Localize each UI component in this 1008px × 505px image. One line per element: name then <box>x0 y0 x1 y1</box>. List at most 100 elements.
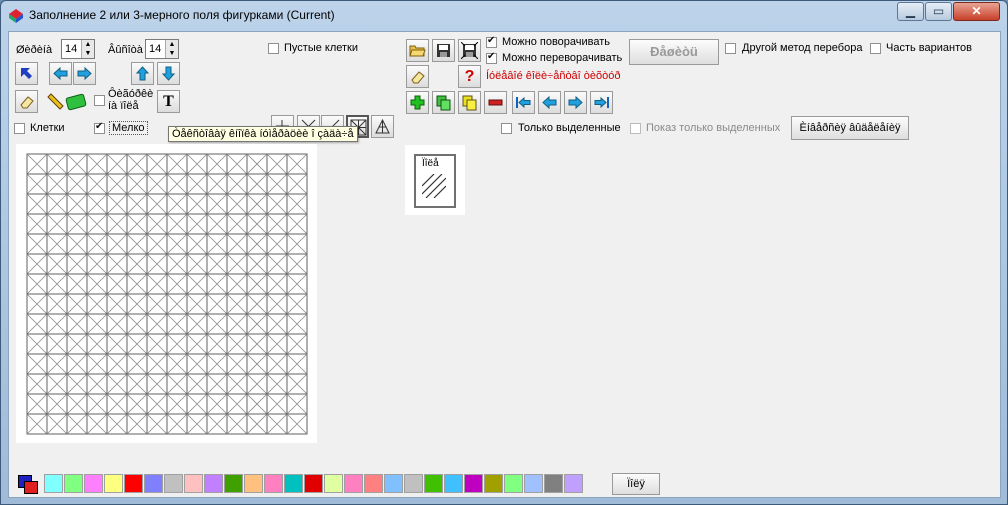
grid-cell[interactable] <box>286 193 308 215</box>
grid-cell[interactable] <box>206 353 228 375</box>
grid-cell[interactable] <box>286 273 308 295</box>
grid-cell[interactable] <box>246 273 268 295</box>
grid-cell[interactable] <box>146 173 168 195</box>
grid-cell[interactable] <box>266 393 288 415</box>
grid-cell[interactable] <box>106 173 128 195</box>
grid-cell[interactable] <box>186 413 208 435</box>
grid-cell[interactable] <box>66 153 88 175</box>
grid-cell[interactable] <box>246 313 268 335</box>
only-selected-checkbox[interactable] <box>501 123 512 134</box>
grid-cell[interactable] <box>266 353 288 375</box>
grid-cell[interactable] <box>146 193 168 215</box>
grid-cell[interactable] <box>26 293 48 315</box>
grid-cell[interactable] <box>186 253 208 275</box>
grid-cell[interactable] <box>206 253 228 275</box>
grid-cell[interactable] <box>46 373 68 395</box>
grid-cell[interactable] <box>146 213 168 235</box>
height-spinner[interactable]: 14 ▲ ▼ <box>145 39 179 59</box>
color-swatch[interactable] <box>64 474 83 493</box>
grid-cell[interactable] <box>106 373 128 395</box>
add-button[interactable] <box>406 91 429 114</box>
grid-cell[interactable] <box>246 293 268 315</box>
grid-cell[interactable] <box>66 393 88 415</box>
grid-cell[interactable] <box>166 253 188 275</box>
grid-cell[interactable] <box>126 153 148 175</box>
color-swatch[interactable] <box>84 474 103 493</box>
grid-cell[interactable] <box>286 173 308 195</box>
grid-cell[interactable] <box>266 413 288 435</box>
grid-cell[interactable] <box>266 193 288 215</box>
grid-cell[interactable] <box>226 233 248 255</box>
color-swatch[interactable] <box>404 474 423 493</box>
text-tool-button[interactable]: T <box>157 90 180 113</box>
arrow-right-button[interactable] <box>73 62 96 85</box>
grid-cell[interactable] <box>146 293 168 315</box>
grid-cell[interactable] <box>226 353 248 375</box>
grid-cell[interactable] <box>206 333 228 355</box>
figures-on-field-checkbox[interactable] <box>94 95 105 106</box>
width-spinner[interactable]: 14 ▲ ▼ <box>61 39 95 59</box>
grid-cell[interactable] <box>106 313 128 335</box>
grid-cell[interactable] <box>206 193 228 215</box>
grid-cell[interactable] <box>86 253 108 275</box>
grid-cell[interactable] <box>26 153 48 175</box>
grid-cell[interactable] <box>86 373 108 395</box>
grid-cell[interactable] <box>226 393 248 415</box>
invert-selection-button[interactable]: Èíâåðñèÿ âûäåëåíèÿ <box>791 116 909 140</box>
remove-button[interactable] <box>484 91 507 114</box>
grid-cell[interactable] <box>286 153 308 175</box>
grid-cell[interactable] <box>286 393 308 415</box>
grid-cell[interactable] <box>86 153 108 175</box>
grid-cell[interactable] <box>166 233 188 255</box>
grid-cell[interactable] <box>66 413 88 435</box>
grid-cell[interactable] <box>166 333 188 355</box>
grid-cell[interactable] <box>226 273 248 295</box>
minimize-button[interactable]: ▁ <box>897 2 924 21</box>
grid-cell[interactable] <box>46 293 68 315</box>
part-variants-checkbox[interactable] <box>870 43 881 54</box>
grid-cell[interactable] <box>46 153 68 175</box>
grid-cell[interactable] <box>226 153 248 175</box>
grid-cell[interactable] <box>206 393 228 415</box>
grid-cell[interactable] <box>46 173 68 195</box>
color-swatch[interactable] <box>224 474 243 493</box>
grid-cell[interactable] <box>186 393 208 415</box>
grid-cell[interactable] <box>206 213 228 235</box>
grid-cell[interactable] <box>226 193 248 215</box>
grid-cell[interactable] <box>86 273 108 295</box>
grid-style-button-5[interactable] <box>371 115 394 138</box>
grid-cell[interactable] <box>146 313 168 335</box>
grid-cell[interactable] <box>246 213 268 235</box>
title-bar[interactable]: Заполнение 2 или 3-мерного поля фигуркам… <box>1 1 1007 31</box>
grid-cell[interactable] <box>66 273 88 295</box>
grid-cell[interactable] <box>246 233 268 255</box>
open-button[interactable] <box>406 39 429 62</box>
grid-cell[interactable] <box>106 153 128 175</box>
clear-button[interactable] <box>406 65 429 88</box>
grid-cell[interactable] <box>226 413 248 435</box>
grid-cell[interactable] <box>226 373 248 395</box>
next-button[interactable] <box>564 91 587 114</box>
grid-cell[interactable] <box>226 253 248 275</box>
grid-cell[interactable] <box>46 413 68 435</box>
grid-cell[interactable] <box>146 333 168 355</box>
grid-cell[interactable] <box>126 333 148 355</box>
spin-up-icon[interactable]: ▲ <box>165 40 178 49</box>
grid-cell[interactable] <box>186 173 208 195</box>
color-swatch[interactable] <box>284 474 303 493</box>
grid-cell[interactable] <box>66 233 88 255</box>
grid-cell[interactable] <box>26 193 48 215</box>
grid-cell[interactable] <box>166 193 188 215</box>
eraser-button[interactable] <box>15 90 38 113</box>
grid-cell[interactable] <box>46 253 68 275</box>
arrow-down-button[interactable] <box>157 62 180 85</box>
field-canvas[interactable] <box>16 144 317 443</box>
grid-cell[interactable] <box>206 413 228 435</box>
grid-cell[interactable] <box>26 313 48 335</box>
grid-cell[interactable] <box>286 213 308 235</box>
grid-cell[interactable] <box>66 373 88 395</box>
grid-cell[interactable] <box>66 173 88 195</box>
fine-checkbox[interactable] <box>94 121 105 134</box>
grid-cell[interactable] <box>166 373 188 395</box>
color-swatch[interactable] <box>264 474 283 493</box>
